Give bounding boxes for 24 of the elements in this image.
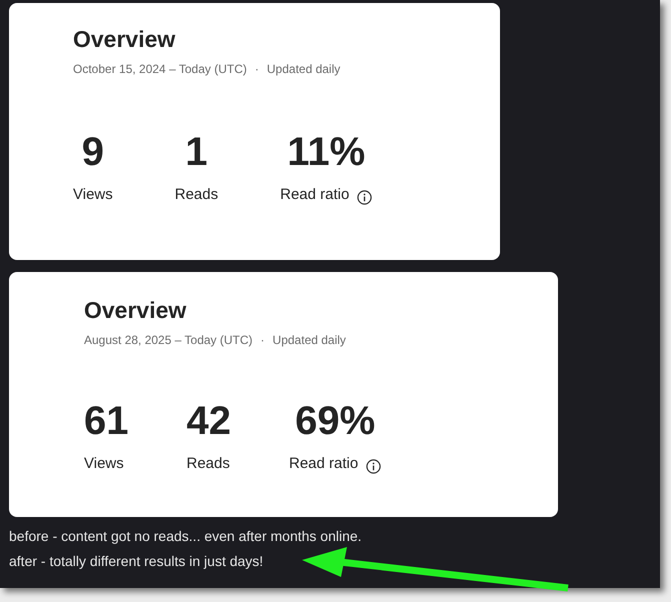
caption-text: after - totally different results in just days! [9, 552, 264, 571]
date-range: October 15, 2024 – Today (UTC) [73, 60, 247, 78]
stat-value: 69% [295, 400, 376, 441]
card-title: Overview [84, 296, 188, 325]
update-note: Updated daily [266, 60, 340, 78]
update-note: Updated daily [272, 332, 346, 349]
stat-value: 61 [84, 400, 128, 441]
info-icon[interactable] [366, 458, 382, 474]
stat-label: Read ratio [289, 454, 358, 474]
stat-label: Views [73, 184, 113, 205]
caption-text: before - content got no reads... even after months online. [9, 527, 363, 546]
separator-dot: · [254, 60, 259, 78]
date-range: August 28, 2025 – Today (UTC) [84, 332, 253, 349]
stat-value: 9 [82, 132, 104, 172]
stat-label: Reads [186, 454, 230, 474]
stat-label: Reads [174, 184, 218, 205]
stat-label: Read ratio [280, 184, 350, 205]
card-title: Overview [73, 25, 176, 54]
stat-label: Views [84, 454, 124, 474]
separator-dot: · [260, 332, 265, 349]
stat-value: 1 [185, 132, 208, 172]
stat-value: 42 [186, 400, 231, 441]
info-icon[interactable] [357, 190, 372, 204]
stat-value: 11% [287, 132, 366, 172]
